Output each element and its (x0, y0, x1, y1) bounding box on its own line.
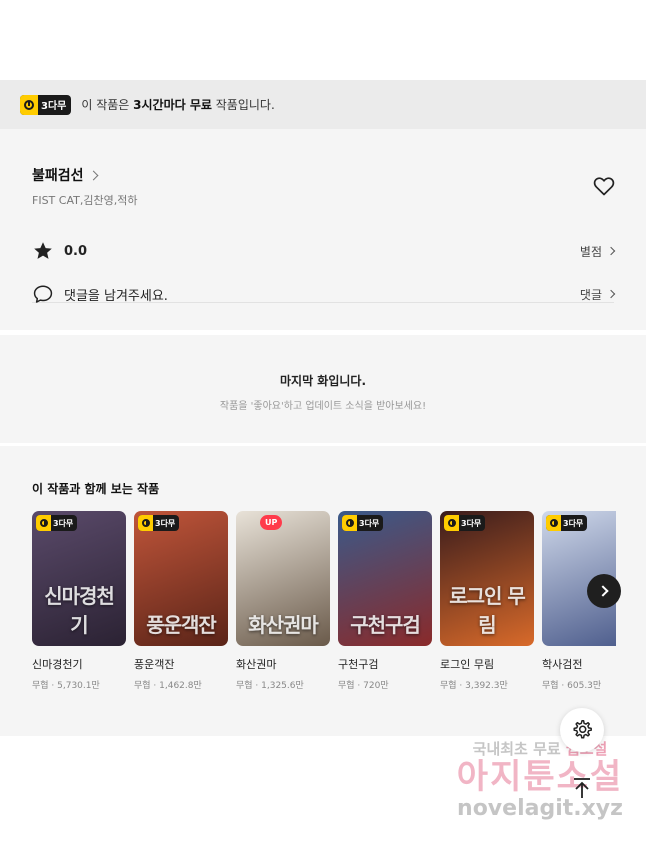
wait-free-badge: 3다무 (36, 515, 78, 531)
watermark-line2: 아지툰소설 (456, 757, 624, 797)
work-name: 학사검전 (542, 658, 583, 671)
work-info: 불패검선 FIST CAT,김찬영,적하 0.0 별점 댓글을 남겨주세요. 댓… (0, 129, 646, 330)
chevron-right-icon (606, 289, 616, 299)
comment-prompt[interactable]: 댓글을 남겨주세요. (64, 285, 168, 304)
clock-icon (36, 515, 51, 531)
wait-free-badge: 3다무 (138, 515, 180, 531)
recommendation-card[interactable]: UP 화산권마 화산권마 무협 · 1,325.6만 (236, 511, 330, 701)
recommendation-card[interactable]: 3다무 풍운객잔 풍운객잔 무협 · 1,462.8만 (134, 511, 228, 701)
work-meta: 무협 · 5,730.1만 (32, 681, 100, 691)
cover-thumbnail[interactable]: UP 화산권마 (236, 511, 330, 646)
cover-title-art: 신마경천기 (44, 584, 115, 637)
badge-label: 3다무 (359, 518, 380, 528)
clock-icon (20, 94, 38, 115)
free-notice: 이 작품은 3시간마다 무료 작품입니다. (81, 96, 274, 113)
arrow-up-icon (574, 778, 590, 798)
last-episode-heading: 마지막 화입니다. (279, 374, 367, 388)
notice-bold: 3시간마다 무료 (133, 98, 212, 112)
wait-free-badge: 3다무 (20, 94, 72, 115)
clock-icon (444, 515, 459, 531)
chevron-right-icon (88, 170, 98, 180)
comments-label: 댓글 (579, 287, 602, 302)
star-icon (34, 242, 52, 259)
work-meta: 무협 · 3,392.3만 (440, 681, 508, 691)
notice-post: 작품입니다. (211, 98, 275, 112)
work-title-link[interactable]: 불패검선 (32, 165, 98, 185)
rating-value: 0.0 (64, 243, 88, 259)
badge-label: 3다무 (563, 518, 584, 528)
clock-icon (342, 515, 357, 531)
chevron-right-icon (596, 585, 609, 597)
gear-icon (573, 720, 592, 739)
recommendation-card[interactable]: 3다무 로그인 무림 로그인 무림 무협 · 3,392.3만 (440, 511, 534, 701)
work-name: 화산권마 (236, 658, 277, 671)
wait-free-badge: 3다무 (342, 515, 384, 531)
work-authors: FIST CAT,김찬영,적하 (32, 194, 138, 207)
watermark-line3: novelagit.xyz (457, 796, 623, 822)
work-name: 구천구검 (338, 658, 379, 671)
recommendation-list: 3다무 신마경천기 신마경천기 무협 · 5,730.1만 3다무 풍운객잔 풍운객잔 무협 … (32, 511, 616, 701)
work-meta: 무협 · 720만 (338, 681, 389, 691)
work-meta: 무협 · 1,462.8만 (134, 681, 202, 691)
carousel-next-button[interactable] (587, 574, 621, 608)
speech-bubble-icon (33, 285, 53, 303)
last-episode-sub: 작품을 '좋아요'하고 업데이트 소식을 받아보세요! (219, 401, 427, 412)
recommendations: 이 작품과 함께 보는 작품 3다무 신마경천기 신마경천기 무협 · 5,730.1… (0, 446, 646, 736)
work-title: 불패검선 (32, 168, 84, 184)
work-name: 풍운객잔 (134, 658, 175, 671)
badge-label: 3다무 (41, 101, 67, 112)
recommendation-card[interactable]: 3다무 구천구검 구천구검 무협 · 720만 (338, 511, 432, 701)
scroll-top-button[interactable] (566, 772, 598, 804)
cover-title-art: 구천구검 (350, 613, 421, 637)
wait-free-badge: 3다무 (444, 515, 486, 531)
watermark: 국내최초 무료 웹소설 아지툰소설 novelagit.xyz (440, 738, 640, 821)
cover-thumbnail[interactable]: 3다무구천구검 (338, 511, 432, 646)
rate-button[interactable]: 별점 (579, 243, 616, 260)
cover-title-art: 풍운객잔 (146, 613, 217, 637)
work-name: 신마경천기 (32, 658, 83, 671)
work-meta: 무협 · 605.3만 (542, 681, 602, 691)
clock-icon (546, 515, 561, 531)
notice-pre: 이 작품은 (81, 98, 134, 112)
badge-label: 3다무 (461, 518, 482, 528)
heart-icon[interactable] (592, 174, 616, 198)
wait-free-badge: 3다무 (546, 515, 588, 531)
last-episode-notice: 마지막 화입니다. 작품을 '좋아요'하고 업데이트 소식을 받아보세요! (0, 335, 646, 443)
cover-thumbnail[interactable]: 3다무로그인 무림 (440, 511, 534, 646)
up-badge: UP (260, 515, 283, 530)
work-name: 로그인 무림 (440, 658, 495, 671)
recommendations-heading: 이 작품과 함께 보는 작품 (32, 482, 160, 496)
comments-button[interactable]: 댓글 (579, 286, 616, 303)
badge-label: 3다무 (155, 518, 176, 528)
work-meta: 무협 · 1,325.6만 (236, 681, 304, 691)
cover-thumbnail[interactable]: 3다무풍운객잔 (134, 511, 228, 646)
cover-title-art: 로그인 무림 (449, 584, 526, 637)
rate-label: 별점 (579, 244, 602, 259)
rating-row: 0.0 별점 (32, 240, 616, 262)
chevron-right-icon (606, 246, 616, 256)
recommendation-card[interactable]: 3다무 신마경천기 신마경천기 무협 · 5,730.1만 (32, 511, 126, 701)
clock-icon (138, 515, 153, 531)
free-banner: 3다무 이 작품은 3시간마다 무료 작품입니다. (0, 80, 646, 129)
comment-row: 댓글을 남겨주세요. 댓글 (32, 283, 616, 305)
watermark-line1: 국내최초 무료 (472, 740, 561, 758)
settings-button[interactable] (560, 708, 604, 752)
cover-thumbnail[interactable]: 3다무신마경천기 (32, 511, 126, 646)
cover-title-art: 화산권마 (248, 613, 319, 637)
badge-label: 3다무 (53, 518, 74, 528)
